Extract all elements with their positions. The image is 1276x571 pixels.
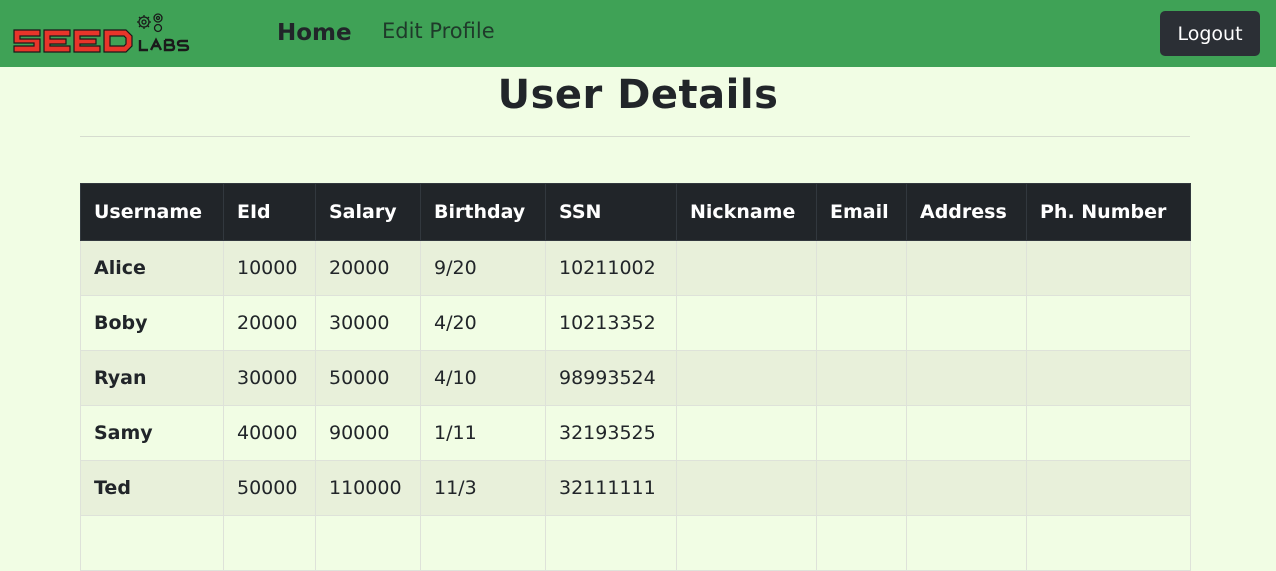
- cell-address: [906, 240, 1027, 296]
- title-divider: [80, 136, 1190, 137]
- cell-salary: 50000: [315, 350, 421, 406]
- cell-birthday: 4/10: [420, 350, 546, 406]
- cell-birthday: 4/20: [420, 295, 546, 351]
- cell-email: [816, 405, 907, 461]
- nav-edit-profile-link[interactable]: Edit Profile: [382, 0, 495, 67]
- table-row: Alice 10000 20000 9/20 10211002: [80, 240, 1191, 296]
- cell-address: [906, 515, 1027, 571]
- cell-email: [816, 460, 907, 516]
- cell-address: [906, 405, 1027, 461]
- cell-phone-number: [1026, 295, 1191, 351]
- cell-nickname: [676, 350, 817, 406]
- cell-ssn: 32193525: [545, 405, 677, 461]
- top-navbar: Home Edit Profile Logout: [0, 0, 1276, 67]
- table-row: Boby 20000 30000 4/20 10213352: [80, 295, 1191, 351]
- cell-salary: 20000: [315, 240, 421, 296]
- table-header-row: Username EId Salary Birthday SSN Nicknam…: [80, 183, 1191, 241]
- column-header-ssn: SSN: [545, 183, 677, 241]
- seed-labs-logo[interactable]: [12, 12, 212, 56]
- cell-username: Alice: [80, 240, 224, 296]
- cell-username: Ted: [80, 460, 224, 516]
- cell-email: [816, 515, 907, 571]
- nav-home-link[interactable]: Home: [277, 0, 352, 67]
- cell-username: [80, 515, 224, 571]
- cell-email: [816, 240, 907, 296]
- cell-nickname: [676, 295, 817, 351]
- cell-salary: 90000: [315, 405, 421, 461]
- cell-phone-number: [1026, 515, 1191, 571]
- cell-phone-number: [1026, 405, 1191, 461]
- table-row: Ryan 30000 50000 4/10 98993524: [80, 350, 1191, 406]
- cell-address: [906, 460, 1027, 516]
- cell-nickname: [676, 240, 817, 296]
- cell-eid: 30000: [223, 350, 316, 406]
- cell-nickname: [676, 405, 817, 461]
- cell-ssn: 10213352: [545, 295, 677, 351]
- cell-eid: [223, 515, 316, 571]
- cell-username: Ryan: [80, 350, 224, 406]
- cell-birthday: 11/3: [420, 460, 546, 516]
- cell-salary: 30000: [315, 295, 421, 351]
- cell-ssn: 10211002: [545, 240, 677, 296]
- user-details-table: Username EId Salary Birthday SSN Nicknam…: [80, 183, 1191, 571]
- cell-phone-number: [1026, 350, 1191, 406]
- cell-ssn: 98993524: [545, 350, 677, 406]
- cell-ssn: 32111111: [545, 460, 677, 516]
- column-header-birthday: Birthday: [420, 183, 546, 241]
- column-header-email: Email: [816, 183, 907, 241]
- cell-eid: 40000: [223, 405, 316, 461]
- cell-address: [906, 295, 1027, 351]
- cell-eid: 20000: [223, 295, 316, 351]
- table-row: [80, 515, 1191, 571]
- column-header-phone-number: Ph. Number: [1026, 183, 1191, 241]
- column-header-salary: Salary: [315, 183, 421, 241]
- table-row: Samy 40000 90000 1/11 32193525: [80, 405, 1191, 461]
- cell-eid: 50000: [223, 460, 316, 516]
- cell-birthday: 9/20: [420, 240, 546, 296]
- cell-birthday: [420, 515, 546, 571]
- cell-phone-number: [1026, 240, 1191, 296]
- cell-address: [906, 350, 1027, 406]
- cell-username: Boby: [80, 295, 224, 351]
- column-header-username: Username: [80, 183, 224, 241]
- cell-birthday: 1/11: [420, 405, 546, 461]
- cell-ssn: [545, 515, 677, 571]
- cell-email: [816, 350, 907, 406]
- cell-nickname: [676, 460, 817, 516]
- cell-phone-number: [1026, 460, 1191, 516]
- cell-salary: 110000: [315, 460, 421, 516]
- user-details-table-container: Username EId Salary Birthday SSN Nicknam…: [80, 183, 1191, 571]
- cell-eid: 10000: [223, 240, 316, 296]
- logout-button[interactable]: Logout: [1160, 11, 1260, 56]
- page-title: User Details: [497, 72, 779, 118]
- cell-nickname: [676, 515, 817, 571]
- cell-salary: [315, 515, 421, 571]
- column-header-address: Address: [906, 183, 1027, 241]
- column-header-eid: EId: [223, 183, 316, 241]
- cell-username: Samy: [80, 405, 224, 461]
- table-row: Ted 50000 110000 11/3 32111111: [80, 460, 1191, 516]
- cell-email: [816, 295, 907, 351]
- column-header-nickname: Nickname: [676, 183, 817, 241]
